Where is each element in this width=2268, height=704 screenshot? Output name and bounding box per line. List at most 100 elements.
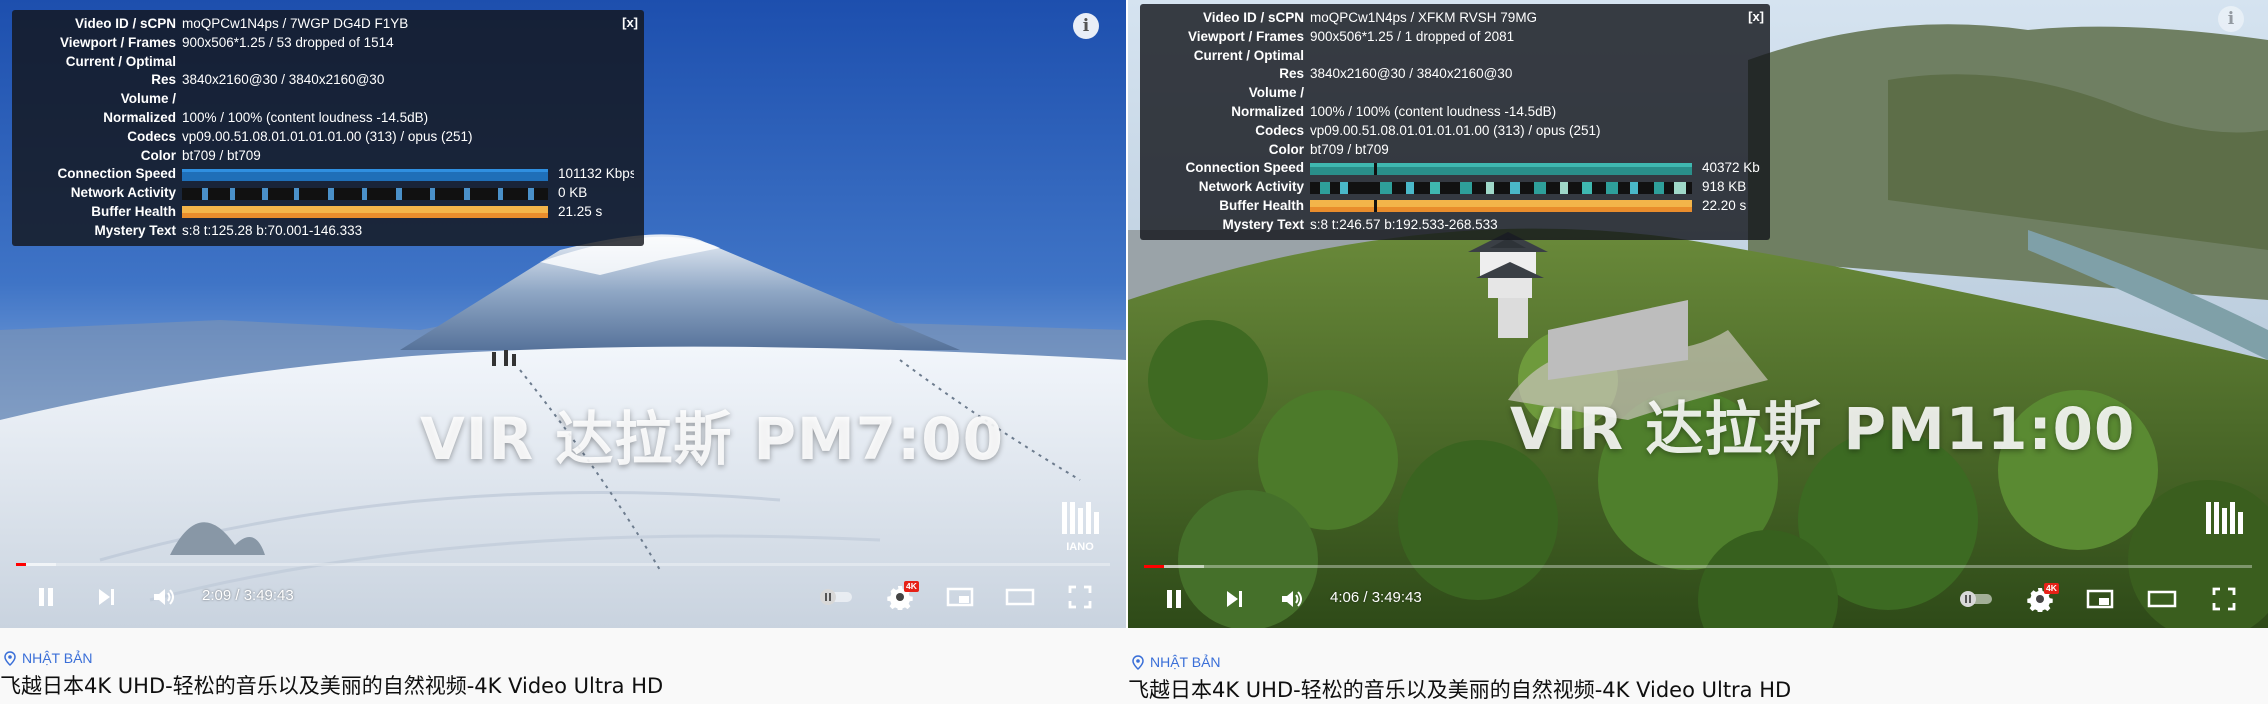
stats-value: 3840x2160@30 / 3840x2160@30: [182, 72, 385, 88]
stats-row: Normalized 100% / 100% (content loudness …: [1146, 103, 1760, 122]
stats-row: Codecs vp09.00.51.08.01.01.01.01.00 (313)…: [18, 128, 634, 147]
autoplay-toggle[interactable]: [1954, 575, 1998, 623]
connection-speed-graph: [182, 168, 548, 181]
stats-label: Connection Speed: [57, 166, 176, 182]
stats-value: 100% / 100% (content loudness -14.5dB): [1310, 103, 1557, 119]
video-panel-left: [x] Video ID / sCPN moQPCw1N4ps / 7WGP DG…: [0, 0, 1126, 704]
next-button[interactable]: [86, 573, 126, 621]
pause-button[interactable]: [1154, 575, 1194, 623]
stats-label: Video ID / sCPN: [1202, 10, 1304, 25]
stats-row-network: Network Activity 0 KB: [18, 184, 634, 203]
stats-close-button[interactable]: [x]: [622, 14, 638, 33]
stats-value: bt709 / bt709: [1310, 141, 1389, 157]
stats-label: Network Activity: [70, 185, 176, 201]
fullscreen-icon: [1068, 585, 1092, 609]
pause-button[interactable]: [26, 573, 66, 621]
fullscreen-icon: [2212, 587, 2236, 611]
stats-value: bt709 / bt709: [182, 147, 261, 163]
buffer-health-graph: [1310, 200, 1692, 213]
stats-row: Current / Optimal: [1146, 47, 1760, 66]
video-title[interactable]: 飞越日本4K UHD-轻松的音乐以及美丽的自然视频-4K Video Ultra…: [1128, 674, 1791, 704]
stats-label: Buffer Health: [1219, 197, 1304, 213]
stats-label: Mystery Text: [1222, 216, 1304, 232]
miniplayer-button[interactable]: [938, 573, 982, 621]
video-player[interactable]: [x] Video ID / sCPN moQPCw1N4ps / XFKM RV…: [1128, 0, 2268, 628]
theater-mode-button[interactable]: [2140, 575, 2184, 623]
seek-bar-played: [1144, 565, 1164, 568]
stats-value: 918 KB: [1702, 179, 1747, 195]
theater-mode-button[interactable]: [998, 573, 1042, 621]
fullscreen-button[interactable]: [2202, 575, 2246, 623]
stats-row: Current / Optimal: [18, 53, 634, 72]
stats-label: Network Activity: [1198, 179, 1304, 195]
stats-value: 3840x2160@30 / 3840x2160@30: [1310, 66, 1513, 82]
video-overlay-text: VIR 达拉斯 PM11:00: [1510, 395, 2136, 463]
player-controls: 4:06 / 3:49:43 4K: [1128, 575, 2268, 623]
channel-watermark: [2202, 500, 2246, 540]
miniplayer-button[interactable]: [2078, 575, 2122, 623]
stats-value: s:8 t:246.57 b:192.533-268.533: [1310, 216, 1498, 232]
stats-row: Video ID / sCPN moQPCw1N4ps / XFKM RVSH 7…: [1146, 9, 1760, 28]
location-label: NHẬT BẢN: [1150, 654, 1221, 670]
volume-button[interactable]: [144, 573, 184, 621]
fullscreen-button[interactable]: [1058, 573, 1102, 621]
video-player[interactable]: [x] Video ID / sCPN moQPCw1N4ps / 7WGP DG…: [0, 0, 1126, 628]
autoplay-toggle[interactable]: [814, 573, 858, 621]
location-link[interactable]: NHẬT BẢN: [1132, 654, 1221, 670]
stats-row: Volume /: [18, 90, 634, 109]
stats-label: Normalized: [103, 109, 176, 125]
miniplayer-icon: [2086, 589, 2114, 609]
stats-for-nerds-panel: [x] Video ID / sCPN moQPCw1N4ps / XFKM RV…: [1140, 4, 1770, 240]
info-icon[interactable]: i: [1073, 13, 1099, 39]
stats-value: 22.20 s: [1702, 197, 1747, 213]
seek-bar[interactable]: [16, 563, 1110, 566]
stats-value: 0 KB: [558, 185, 588, 201]
stats-label: Color: [140, 147, 176, 163]
stats-value: 40372 Kbps: [1702, 160, 1760, 176]
stats-label: Codecs: [1255, 122, 1304, 138]
stats-label: Connection Speed: [1185, 160, 1304, 176]
stats-row: Codecs vp09.00.51.08.01.01.01.01.00 (313)…: [1146, 122, 1760, 141]
stats-row: Color bt709 / bt709: [18, 147, 634, 166]
stats-label: Viewport / Frames: [59, 34, 176, 50]
quality-badge: 4K: [904, 581, 919, 592]
seek-bar[interactable]: [1144, 565, 2252, 568]
stats-label: Color: [1268, 141, 1304, 157]
stats-label: Volume /: [120, 91, 176, 107]
stats-row: Res 3840x2160@30 / 3840x2160@30: [1146, 65, 1760, 84]
info-icon[interactable]: i: [2218, 6, 2244, 32]
theater-mode-icon: [1005, 588, 1035, 606]
volume-button[interactable]: [1272, 575, 1312, 623]
stats-close-button[interactable]: [x]: [1748, 8, 1764, 27]
autoplay-toggle-icon: [820, 589, 852, 605]
player-controls: 2:09 / 3:49:43 4K: [0, 573, 1126, 621]
next-button[interactable]: [1214, 575, 1254, 623]
stats-row-connection: Connection Speed 101132 Kbps: [18, 165, 634, 184]
stats-row: Viewport / Frames 900x506*1.25 / 53 dropp…: [18, 34, 634, 53]
stats-row: Res 3840x2160@30 / 3840x2160@30: [18, 71, 634, 90]
stats-label: Normalized: [1231, 103, 1304, 119]
channel-watermark: IANO: [1058, 500, 1102, 553]
stats-row: Volume /: [1146, 84, 1760, 103]
stats-value: 100% / 100% (content loudness -14.5dB): [182, 109, 429, 125]
stats-row-network: Network Activity 918 KB: [1146, 178, 1760, 197]
piano-logo-icon: [2206, 502, 2243, 534]
stats-value: 900x506*1.25 / 53 dropped of 1514: [182, 34, 394, 50]
stats-value: vp09.00.51.08.01.01.01.01.00 (313) / opu…: [1310, 122, 1601, 138]
stats-row: Video ID / sCPN moQPCw1N4ps / 7WGP DG4D F…: [18, 15, 634, 34]
stats-value: 900x506*1.25 / 1 dropped of 2081: [1310, 28, 1515, 44]
piano-logo-icon: [1062, 502, 1099, 534]
settings-button[interactable]: 4K: [878, 573, 922, 621]
stats-label: Codecs: [127, 128, 176, 144]
stats-label: Video ID / sCPN: [74, 16, 176, 31]
video-title[interactable]: 飞越日本4K UHD-轻松的音乐以及美丽的自然视频-4K Video Ultra…: [0, 670, 663, 700]
pause-icon: [39, 588, 53, 606]
stats-row: Viewport / Frames 900x506*1.25 / 1 droppe…: [1146, 28, 1760, 47]
location-pin-icon: [1132, 654, 1144, 670]
network-activity-graph: [1310, 181, 1692, 194]
stats-value: 21.25 s: [558, 203, 603, 219]
stats-for-nerds-panel: [x] Video ID / sCPN moQPCw1N4ps / 7WGP DG…: [12, 10, 644, 246]
stats-label: Buffer Health: [91, 203, 176, 219]
settings-button[interactable]: 4K: [2018, 575, 2062, 623]
location-link[interactable]: NHẬT BẢN: [4, 650, 93, 666]
